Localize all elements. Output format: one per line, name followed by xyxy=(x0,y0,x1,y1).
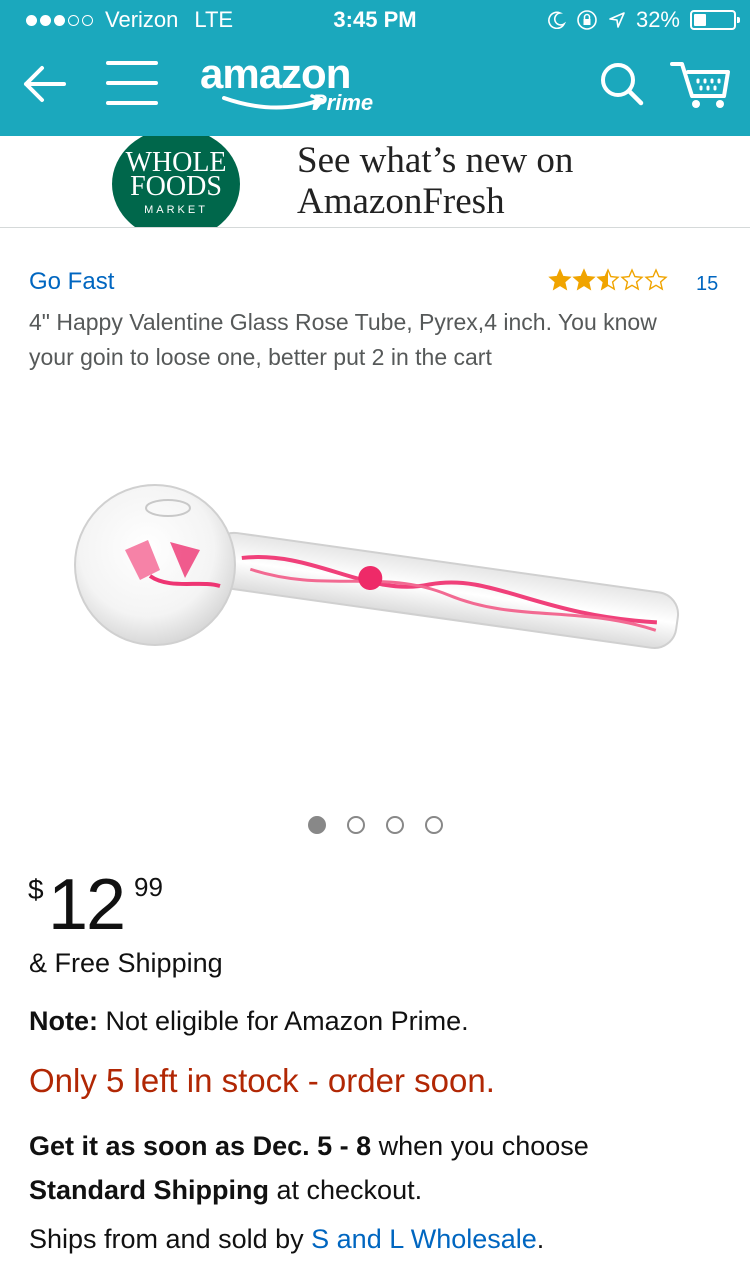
product-title: 4" Happy Valentine Glass Rose Tube, Pyre… xyxy=(29,309,657,370)
whole-foods-logo: WHOLE FOODS MARKET xyxy=(112,136,240,227)
seller-info: Ships from and sold by S and L Wholesale… xyxy=(29,1224,545,1254)
rotation-lock-icon xyxy=(577,10,597,30)
shipping-info: & Free Shipping xyxy=(29,948,223,978)
note-text: Not eligible for Amazon Prime. xyxy=(98,1006,469,1036)
banner-text: See what’s new on AmazonFresh xyxy=(297,140,574,222)
status-bar: Verizon LTE 3:45 PM 32% xyxy=(0,0,750,40)
product-image[interactable] xyxy=(70,480,690,680)
back-arrow-icon[interactable] xyxy=(20,60,68,108)
star-full-icon xyxy=(572,268,596,291)
price-fraction: 99 xyxy=(134,872,163,902)
delivery-date: Get it as soon as Dec. 5 - 8 xyxy=(29,1131,372,1161)
price-whole: 12 xyxy=(48,865,126,945)
moon-icon xyxy=(548,11,566,29)
carousel-dot[interactable] xyxy=(424,816,443,834)
menu-icon[interactable] xyxy=(106,58,158,108)
search-icon[interactable] xyxy=(598,60,646,108)
carousel-dot[interactable] xyxy=(385,816,404,834)
carousel-dot[interactable] xyxy=(307,816,326,834)
rating-count[interactable]: 15 xyxy=(696,273,718,296)
delivery-info: Get it as soon as Dec. 5 - 8 when you ch… xyxy=(29,1131,589,1205)
brand-link[interactable]: Go Fast xyxy=(29,268,114,296)
delivery-method: Standard Shipping xyxy=(29,1175,269,1205)
app-header: Verizon LTE 3:45 PM 32% amazon Prime xyxy=(0,0,750,136)
cart-icon[interactable] xyxy=(670,58,732,112)
battery-icon xyxy=(690,10,740,30)
rating-stars[interactable] xyxy=(548,268,668,292)
star-empty-icon xyxy=(620,268,644,291)
prime-note: Note: Not eligible for Amazon Prime. xyxy=(29,1006,469,1037)
amazon-prime-logo[interactable]: amazon Prime xyxy=(200,50,400,122)
star-half-icon xyxy=(596,268,620,291)
seller-link[interactable]: S and L Wholesale xyxy=(311,1224,537,1254)
note-label: Note: xyxy=(29,1006,98,1036)
carousel-dot[interactable] xyxy=(346,816,365,834)
stock-status: Only 5 left in stock - order soon. xyxy=(29,1062,495,1099)
price-currency: $ xyxy=(28,874,44,905)
navigation-bar: amazon Prime xyxy=(0,40,750,136)
image-carousel-indicator[interactable] xyxy=(0,816,750,836)
location-arrow-icon xyxy=(609,12,625,28)
star-full-icon xyxy=(548,268,572,291)
star-empty-icon xyxy=(644,268,668,291)
battery-percent: 32% xyxy=(635,7,680,32)
amazonfresh-banner[interactable]: WHOLE FOODS MARKET See what’s new on Ama… xyxy=(0,136,750,228)
